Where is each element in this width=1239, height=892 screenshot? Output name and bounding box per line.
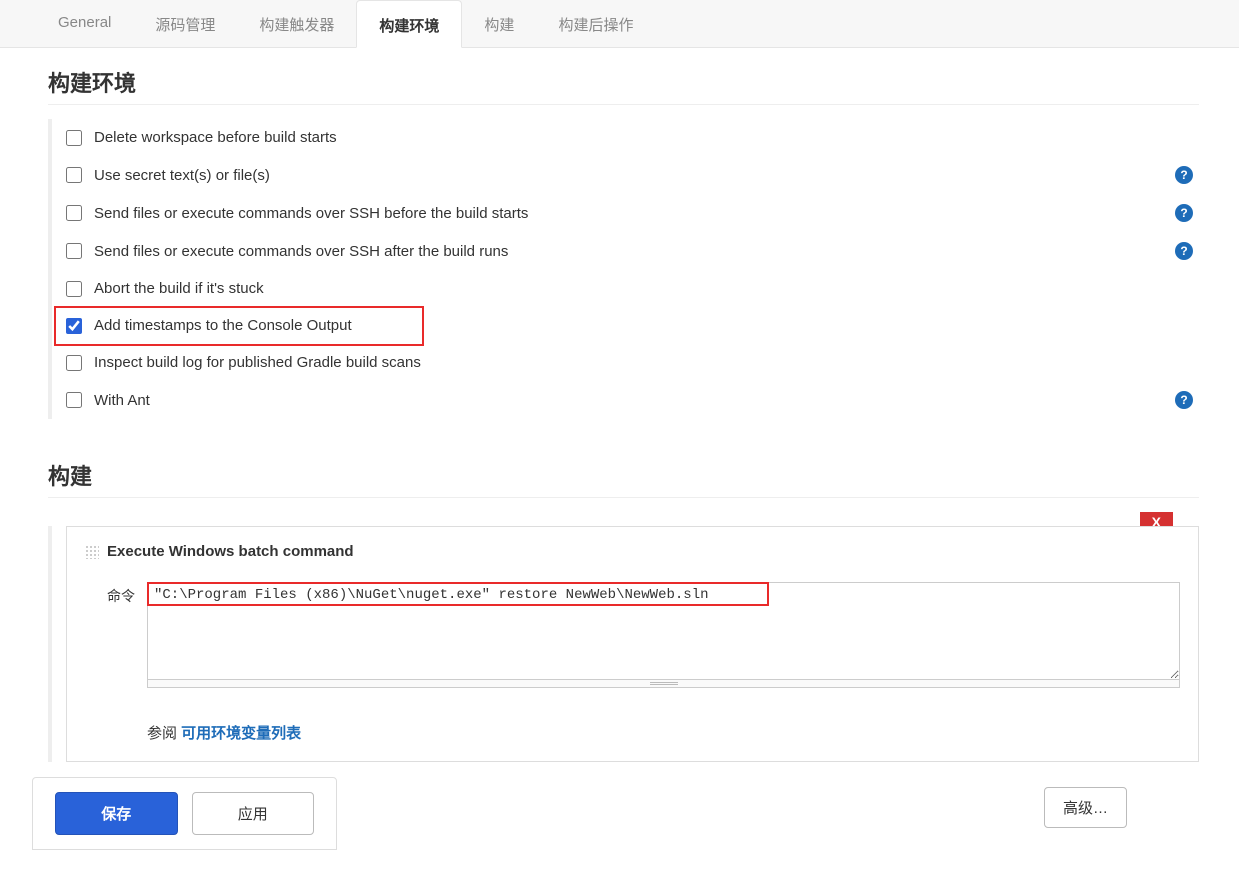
command-textarea[interactable] [147, 582, 1180, 680]
tabs-bar: General源码管理构建触发器构建环境构建构建后操作 [0, 0, 1239, 48]
command-wrap [147, 582, 1180, 688]
help-icon[interactable]: ? [1175, 391, 1193, 409]
help-icon[interactable]: ? [1175, 242, 1193, 260]
option-checkbox-3[interactable] [66, 243, 82, 259]
option-row-6: Inspect build log for published Gradle b… [66, 344, 1199, 381]
option-row-0: Delete workspace before build starts [66, 119, 1199, 156]
build-step-block: X ? Execute Windows batch command 命令 参阅 … [48, 526, 1199, 762]
option-row-2: Send files or execute commands over SSH … [66, 194, 1199, 232]
content-area: 构建环境 Delete workspace before build start… [0, 48, 1239, 892]
section-title-build: 构建 [48, 459, 1199, 498]
footer-bar: 保存 应用 [32, 777, 337, 850]
drag-handle-icon[interactable] [85, 545, 99, 559]
help-icon[interactable]: ? [1175, 166, 1193, 184]
option-label-4: Abort the build if it's stuck [94, 280, 1199, 297]
save-button[interactable]: 保存 [55, 792, 178, 835]
build-step-header: Execute Windows batch command [85, 543, 1180, 560]
option-label-3: Send files or execute commands over SSH … [94, 243, 1175, 260]
apply-button[interactable]: 应用 [192, 792, 315, 835]
option-checkbox-7[interactable] [66, 392, 82, 408]
option-row-7: With Ant? [66, 381, 1199, 419]
option-label-7: With Ant [94, 392, 1175, 409]
option-label-0: Delete workspace before build starts [94, 129, 1199, 146]
tab-2[interactable]: 构建触发器 [237, 0, 356, 47]
option-checkbox-0[interactable] [66, 130, 82, 146]
build-step-title: Execute Windows batch command [107, 543, 354, 560]
option-checkbox-6[interactable] [66, 355, 82, 371]
option-row-4: Abort the build if it's stuck [66, 270, 1199, 307]
option-row-3: Send files or execute commands over SSH … [66, 232, 1199, 270]
command-row: 命令 [85, 582, 1180, 688]
option-checkbox-2[interactable] [66, 205, 82, 221]
option-checkbox-4[interactable] [66, 281, 82, 297]
option-label-6: Inspect build log for published Gradle b… [94, 354, 1199, 371]
build-env-options: Delete workspace before build starts Use … [48, 119, 1199, 419]
option-checkbox-1[interactable] [66, 167, 82, 183]
reference-prefix: 参阅 [147, 725, 181, 742]
build-step-inner: Execute Windows batch command 命令 参阅 可用环境… [66, 526, 1199, 762]
tab-4[interactable]: 构建 [462, 0, 536, 47]
resize-grip[interactable] [147, 680, 1180, 688]
option-label-5: Add timestamps to the Console Output [94, 317, 1199, 334]
tab-1[interactable]: 源码管理 [133, 0, 237, 47]
help-icon[interactable]: ? [1175, 204, 1193, 222]
option-checkbox-5[interactable] [66, 318, 82, 334]
reference-line: 参阅 可用环境变量列表 [85, 722, 1180, 743]
option-label-1: Use secret text(s) or file(s) [94, 167, 1175, 184]
command-label: 命令 [85, 582, 135, 606]
tab-5[interactable]: 构建后操作 [536, 0, 655, 47]
advanced-button[interactable]: 高级… [1044, 787, 1127, 828]
env-vars-link[interactable]: 可用环境变量列表 [181, 725, 301, 742]
tab-3[interactable]: 构建环境 [356, 0, 462, 48]
section-title-build-env: 构建环境 [48, 66, 1199, 105]
option-row-5: Add timestamps to the Console Output [66, 307, 1199, 344]
option-label-2: Send files or execute commands over SSH … [94, 205, 1175, 222]
option-row-1: Use secret text(s) or file(s)? [66, 156, 1199, 194]
tab-0[interactable]: General [36, 0, 133, 47]
